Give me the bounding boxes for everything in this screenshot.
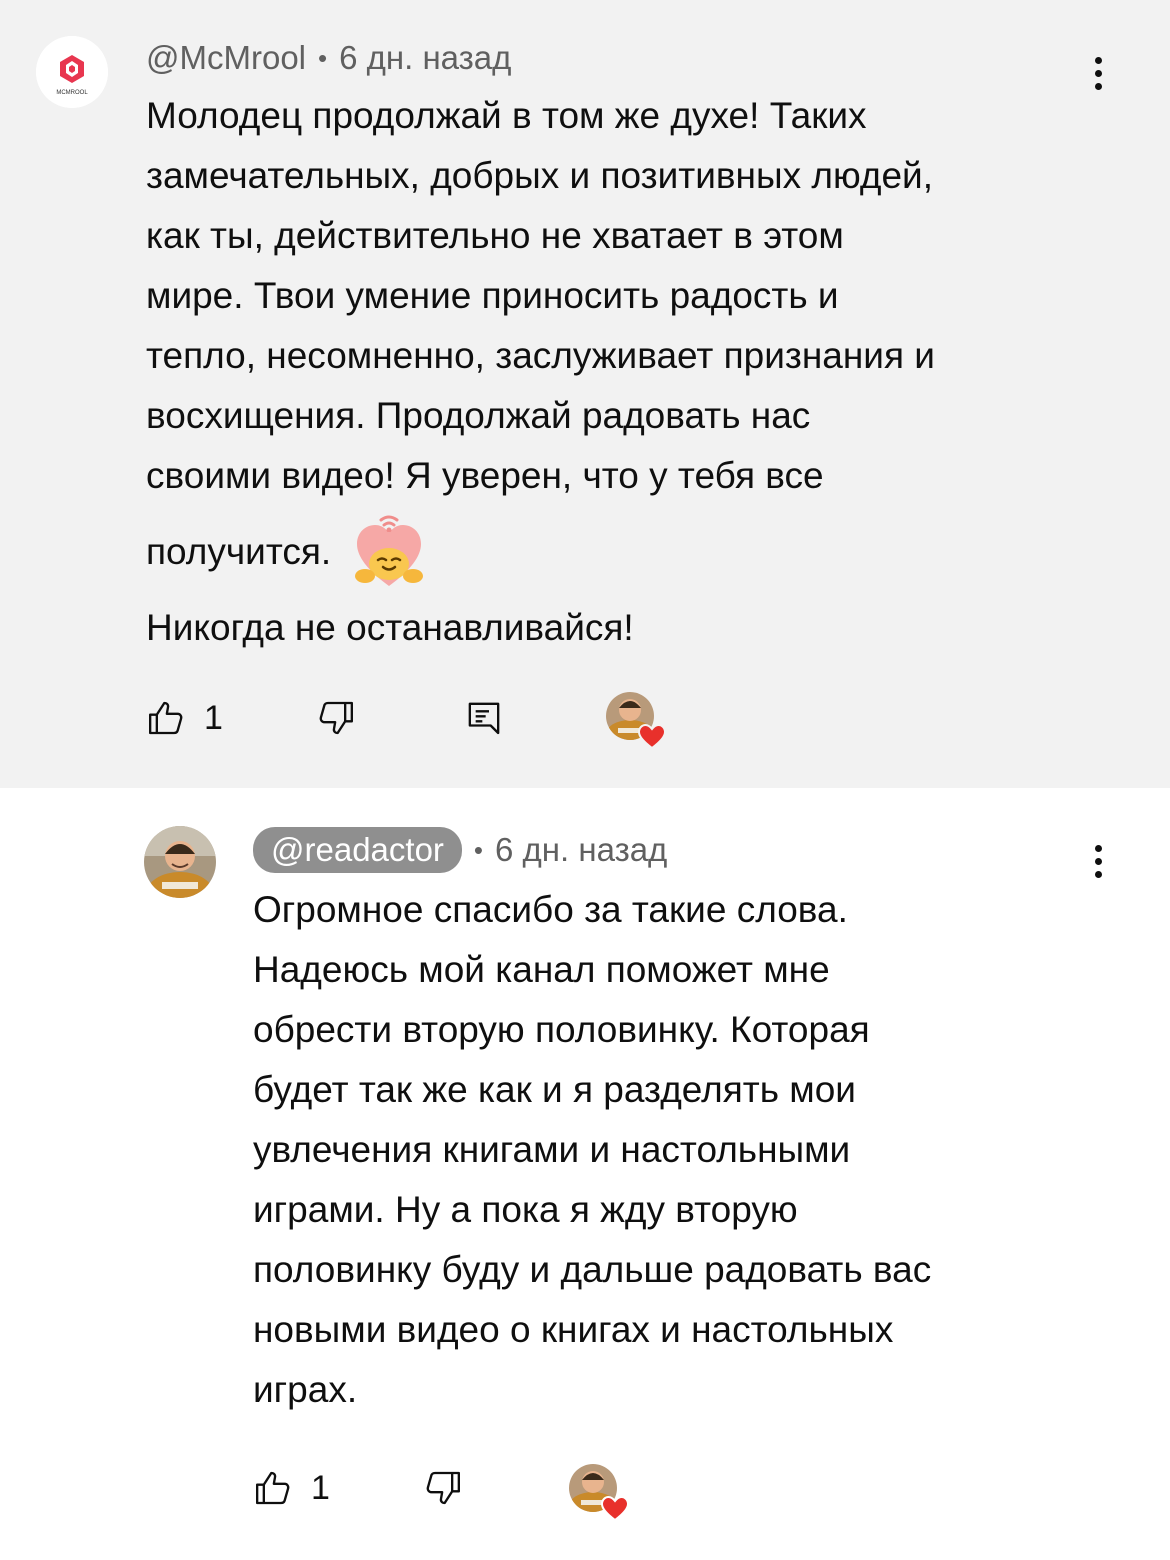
comment-line: увлечения книгами и настольными (253, 1129, 851, 1170)
comment-line: играх. (253, 1369, 358, 1410)
mcmrool-logo-icon: MCMROOL (36, 36, 108, 108)
creator-avatar-heart-icon (569, 1464, 630, 1522)
more-vert-icon (1094, 844, 1102, 852)
comment-line: половинку буду и дальше радовать вас (253, 1249, 932, 1290)
comment-meta: @McMrool • 6 дн. назад (146, 38, 511, 78)
more-vert-icon (1094, 56, 1102, 64)
dislike-button[interactable] (316, 690, 356, 746)
comment-line: Надеюсь мой канал поможет мне (253, 949, 830, 990)
comment-line: получится. (146, 531, 332, 572)
like-count: 1 (204, 698, 223, 737)
like-count: 1 (311, 1468, 330, 1507)
comment-line: Никогда не останавливайся! (146, 607, 634, 648)
hugging-face-emoji-icon (353, 512, 425, 592)
reply-text: Огромное спасибо за такие слова. Надеюсь… (253, 880, 1143, 1420)
comment-line: мире. Твои умение приносить радость и (146, 275, 839, 316)
comment-line: Огромное спасибо за такие слова. (253, 889, 848, 930)
comment-line: обрести вторую половинку. Которая (253, 1009, 870, 1050)
comment-card-1: MCMROOL @McMrool • 6 дн. назад Молодец п… (0, 0, 1170, 788)
creator-avatar-heart-icon (606, 692, 667, 750)
comment-line-with-emoji: получится. (146, 506, 1136, 598)
comment-timestamp: 6 дн. назад (339, 39, 512, 76)
thumb-up-icon (256, 1471, 290, 1505)
thumb-down-icon (319, 701, 353, 735)
like-button[interactable]: 1 (146, 690, 223, 746)
comment-meta: @readactor • 6 дн. назад (253, 827, 668, 873)
creator-heart-badge (569, 1462, 630, 1522)
thumb-down-icon (426, 1471, 460, 1505)
thumb-up-icon (149, 701, 183, 735)
author-avatar[interactable] (144, 826, 216, 898)
author-handle-badge[interactable]: @readactor (253, 827, 462, 873)
comment-line: замечательных, добрых и позитивных людей… (146, 155, 934, 196)
comment-line: Молодец продолжай в том же духе! Таких (146, 95, 867, 136)
separator-dot: • (473, 834, 484, 865)
dislike-button[interactable] (423, 1460, 463, 1516)
comment-line: играми. Ну а пока я жду вторую (253, 1189, 798, 1230)
readactor-avatar-icon (144, 826, 216, 898)
comment-timestamp: 6 дн. назад (495, 831, 668, 868)
logo-text: MCMROOL (56, 90, 88, 96)
comment-line: своими видео! Я уверен, что у тебя все (146, 455, 824, 496)
comment-line: будет так же как и я разделять мои (253, 1069, 856, 1110)
comment-actions: 1 (146, 690, 706, 750)
creator-heart-badge (606, 690, 667, 750)
comment-line: как ты, действительно не хватает в этом (146, 215, 844, 256)
separator-dot: • (318, 42, 328, 73)
comment-line: восхищения. Продолжай радовать нас (146, 395, 811, 436)
comment-line: новыми видео о книгах и настольных (253, 1309, 894, 1350)
like-button[interactable]: 1 (253, 1460, 330, 1516)
author-avatar[interactable]: MCMROOL (36, 36, 108, 108)
reply-button[interactable] (464, 690, 504, 746)
comment-reply-icon (468, 702, 500, 735)
author-handle[interactable]: @McMrool (146, 39, 306, 77)
comment-actions: 1 (253, 1460, 713, 1522)
comment-text: Молодец продолжай в том же духе! Таких з… (146, 86, 1136, 658)
comment-line: тепло, несомненно, заслуживает признания… (146, 335, 935, 376)
more-options-button[interactable] (1083, 836, 1113, 886)
